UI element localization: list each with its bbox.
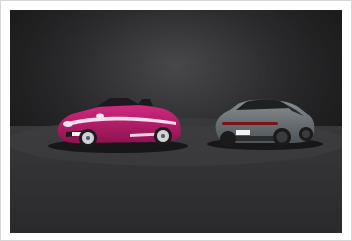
pink-headlight-left: [63, 121, 73, 127]
pink-headlight-right: [96, 113, 104, 119]
grey-taillight: [222, 122, 278, 125]
studio-photo: [10, 10, 342, 233]
image-frame: [0, 0, 352, 241]
grey-plate: [236, 130, 250, 135]
grey-front-rim: [276, 131, 288, 143]
cars-illustration: [10, 10, 342, 233]
grey-rear-wheel: [220, 131, 236, 147]
